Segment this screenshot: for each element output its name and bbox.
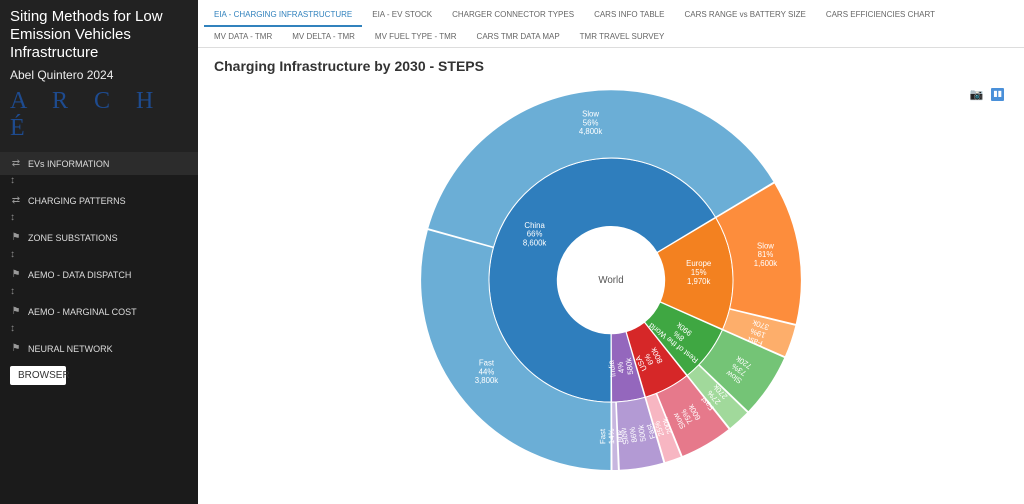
svg-text:Slow: Slow <box>582 109 599 118</box>
tab-tmr-survey[interactable]: TMR TRAVEL SURVEY <box>570 26 675 47</box>
svg-text:56%: 56% <box>583 118 599 127</box>
chart-area: Charging Infrastructure by 2030 - STEPS … <box>198 48 1024 504</box>
sidebar-item-aemo-marginal[interactable]: ⚑ AEMO - MARGINAL COST <box>0 300 198 323</box>
app-title: Siting Methods for Low Emission Vehicles… <box>10 8 188 62</box>
sidebar-item-label: CHARGING PATTERNS <box>28 196 126 206</box>
main-panel: EIA - CHARGING INFRASTRUCTURE EIA - EV S… <box>198 0 1024 504</box>
sidebar-nav: ⇄ EVs INFORMATION ↕ ⇄ CHARGING PATTERNS … <box>0 152 198 504</box>
svg-text:Slow: Slow <box>757 241 774 250</box>
nav-divider: ↕ <box>0 286 198 300</box>
nav-divider: ↕ <box>0 249 198 263</box>
sidebar-item-label: EVs INFORMATION <box>28 159 109 169</box>
sunburst-chart[interactable]: WorldChina66%8,600kEurope15%1,970kRest o… <box>214 80 1008 490</box>
tab-cars-info[interactable]: CARS INFO TABLE <box>584 4 674 26</box>
sidebar-item-label: AEMO - DATA DISPATCH <box>28 270 131 280</box>
svg-text:80k: 80k <box>616 430 625 443</box>
tab-connector-types[interactable]: CHARGER CONNECTOR TYPES <box>442 4 584 26</box>
svg-text:15%: 15% <box>691 268 707 277</box>
brand-logo: A R C H É <box>10 86 188 148</box>
chart-title: Charging Infrastructure by 2030 - STEPS <box>214 58 1008 74</box>
svg-text:1,600k: 1,600k <box>754 259 778 268</box>
svg-text:3,800k: 3,800k <box>475 376 499 385</box>
app-root: Siting Methods for Low Emission Vehicles… <box>0 0 1024 504</box>
sidebar: Siting Methods for Low Emission Vehicles… <box>0 0 198 504</box>
sidebar-item-evs-information[interactable]: ⇄ EVs INFORMATION <box>0 152 198 175</box>
svg-text:66%: 66% <box>527 230 543 239</box>
tab-mv-fuel[interactable]: MV FUEL TYPE - TMR <box>365 26 467 47</box>
sidebar-item-zone-substations[interactable]: ⚑ ZONE SUBSTATIONS <box>0 226 198 249</box>
tab-mv-delta[interactable]: MV DELTA - TMR <box>282 26 365 47</box>
swap-icon: ⇄ <box>10 195 22 206</box>
nav-divider: ↕ <box>0 175 198 189</box>
nav-divider: ↕ <box>0 212 198 226</box>
svg-text:Fast: Fast <box>479 359 495 368</box>
svg-text:44%: 44% <box>479 367 495 376</box>
flag-icon: ⚑ <box>10 269 22 280</box>
tab-mv-data[interactable]: MV DATA - TMR <box>204 26 282 47</box>
flag-icon: ⚑ <box>10 343 22 354</box>
svg-text:China: China <box>524 221 545 230</box>
app-byline: Abel Quintero 2024 <box>10 68 188 82</box>
flag-icon: ⚑ <box>10 232 22 243</box>
tab-eia-charging[interactable]: EIA - CHARGING INFRASTRUCTURE <box>204 4 362 27</box>
svg-text:81%: 81% <box>758 250 774 259</box>
sidebar-item-aemo-dispatch[interactable]: ⚑ AEMO - DATA DISPATCH <box>0 263 198 286</box>
browser-button[interactable]: BROWSER <box>10 366 66 385</box>
chart-toolbar: 📷 ▮▮ <box>969 88 1004 101</box>
sidebar-header: Siting Methods for Low Emission Vehicles… <box>0 0 198 152</box>
sidebar-item-label: NEURAL NETWORK <box>28 344 113 354</box>
flag-icon: ⚑ <box>10 306 22 317</box>
nav-divider: ↕ <box>0 323 198 337</box>
svg-text:1,970k: 1,970k <box>687 277 711 286</box>
svg-text:4,800k: 4,800k <box>579 127 603 136</box>
tab-bar: EIA - CHARGING INFRASTRUCTURE EIA - EV S… <box>198 0 1024 48</box>
tab-tmr-map[interactable]: CARS TMR DATA MAP <box>467 26 570 47</box>
svg-text:World: World <box>598 275 623 286</box>
sidebar-item-label: AEMO - MARGINAL COST <box>28 307 137 317</box>
sidebar-item-charging-patterns[interactable]: ⇄ CHARGING PATTERNS <box>0 189 198 212</box>
sidebar-item-neural-network[interactable]: ⚑ NEURAL NETWORK <box>0 337 198 360</box>
swap-icon: ⇄ <box>10 158 22 169</box>
tab-efficiencies[interactable]: CARS EFFICIENCIES CHART <box>816 4 945 26</box>
plotly-logo-icon[interactable]: ▮▮ <box>991 88 1004 101</box>
svg-text:Europe: Europe <box>686 259 711 268</box>
svg-text:8,600k: 8,600k <box>523 238 547 247</box>
tab-eia-ev-stock[interactable]: EIA - EV STOCK <box>362 4 442 26</box>
sidebar-item-label: ZONE SUBSTATIONS <box>28 233 118 243</box>
tab-range-vs-battery[interactable]: CARS RANGE vs BATTERY SIZE <box>674 4 815 26</box>
camera-icon[interactable]: 📷 <box>969 88 983 101</box>
